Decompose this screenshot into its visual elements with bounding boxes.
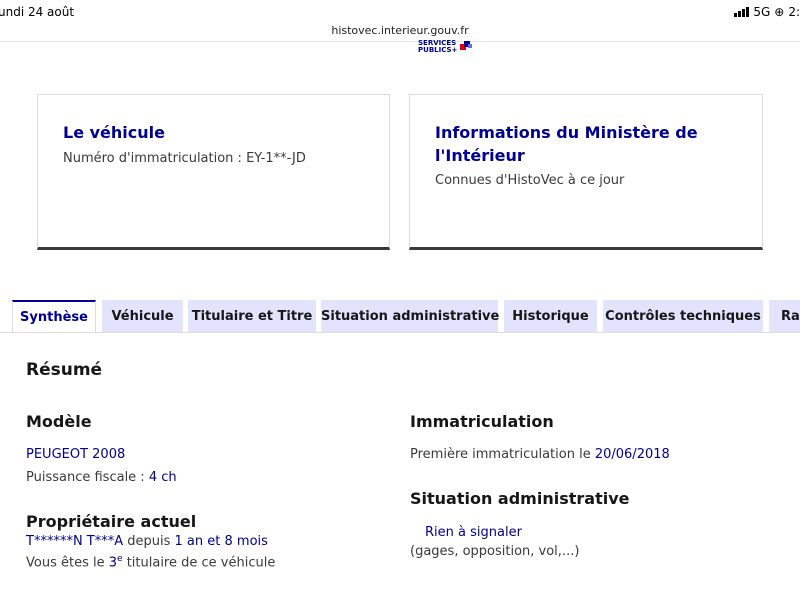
- owner-rank-prefix: Vous êtes le: [26, 555, 109, 571]
- first-registration-label: Première immatriculation le: [410, 447, 595, 462]
- status-date: undi 24 août: [0, 5, 75, 19]
- owner-rank-suffix: titulaire de ce véhicule: [122, 555, 276, 571]
- tab-controles-techniques[interactable]: Contrôles techniques: [603, 300, 763, 333]
- fiscal-power: Puissance fiscale : 4 ch: [26, 470, 177, 485]
- registration-heading: Immatriculation: [410, 412, 554, 431]
- tab-synthese[interactable]: Synthèse: [12, 300, 96, 333]
- admin-status-details: (gages, opposition, vol,...): [410, 544, 580, 559]
- ministry-info-card: Informations du Ministère de l'Intérieur…: [409, 94, 763, 250]
- vehicle-card-plate: Numéro d'immatriculation : EY-1**-JD: [63, 151, 306, 166]
- status-time: 2:: [788, 5, 800, 19]
- tab-titulaire-titre[interactable]: Titulaire et Titre: [188, 300, 316, 333]
- model-heading: Modèle: [26, 412, 92, 431]
- tab-vehicule[interactable]: Véhicule: [102, 300, 183, 333]
- owner-heading: Propriétaire actuel: [26, 512, 197, 531]
- tab-rapport[interactable]: Rap: [769, 300, 800, 333]
- status-bar: undi 24 août 5G ⊕ 2:: [0, 0, 800, 26]
- vehicle-card: Le véhicule Numéro d'immatriculation : E…: [37, 94, 390, 250]
- ministry-card-subtitle: Connues d'HistoVec à ce jour: [435, 173, 625, 188]
- owner-line: T******N T***A depuis 1 an et 8 mois: [26, 534, 268, 549]
- first-registration: Première immatriculation le 20/06/2018: [410, 447, 670, 462]
- admin-status-heading: Situation administrative: [410, 489, 630, 508]
- logo-mark-icon: [460, 41, 472, 50]
- ministry-card-title: Informations du Ministère de l'Intérieur: [435, 123, 698, 165]
- signal-bars-icon: [734, 7, 750, 17]
- header-divider: [0, 41, 800, 42]
- tab-situation-administrative[interactable]: Situation administrative: [321, 300, 499, 333]
- rotation-lock-icon: ⊕: [774, 5, 785, 19]
- owner-duration: 1 an et 8 mois: [174, 534, 268, 549]
- status-indicators: 5G ⊕ 2:: [734, 5, 800, 19]
- fiscal-power-label: Puissance fiscale :: [26, 470, 149, 485]
- owner-name: T******N T***A: [26, 534, 124, 549]
- owner-since-label: depuis: [123, 534, 175, 549]
- tab-historique[interactable]: Historique: [504, 300, 597, 333]
- network-type: 5G: [753, 5, 771, 19]
- first-registration-date: 20/06/2018: [594, 447, 670, 462]
- admin-status-value: Rien à signaler: [425, 525, 522, 540]
- summary-heading: Résumé: [26, 360, 103, 380]
- fiscal-power-value: 4 ch: [148, 470, 177, 485]
- vehicle-card-title: Le véhicule: [63, 123, 165, 142]
- model-name: PEUGEOT 2008: [26, 447, 126, 462]
- owner-rank: Vous êtes le 3e titulaire de ce véhicule: [26, 554, 275, 570]
- owner-rank-number: 3: [108, 555, 118, 571]
- services-publics-logo[interactable]: SERVICES PUBLICS+: [418, 40, 478, 54]
- address-bar-url[interactable]: histovec.interieur.gouv.fr: [0, 24, 800, 37]
